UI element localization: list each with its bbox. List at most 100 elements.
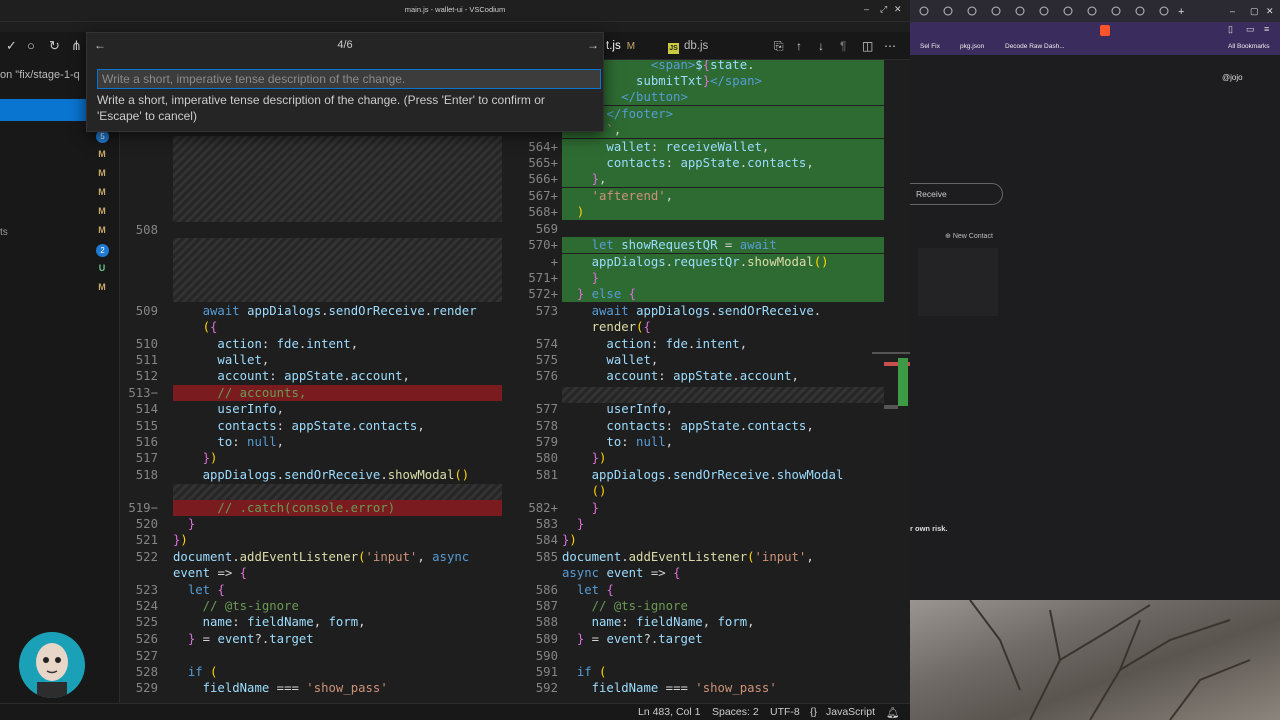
whitespace-icon[interactable]: ¶	[840, 39, 846, 53]
line-number: 512	[135, 369, 158, 383]
line-number: 577	[535, 402, 558, 416]
modified-code-line: to: null,	[606, 435, 674, 449]
minimize-icon[interactable]: –	[864, 4, 869, 14]
line-number: 518	[135, 468, 158, 482]
original-code-line: ({	[202, 320, 218, 334]
tab-main-js[interactable]: t.js M	[606, 40, 635, 52]
split-editor-icon[interactable]: ◫	[862, 39, 873, 53]
original-code-line: wallet,	[217, 353, 270, 367]
original-code-line: if (	[187, 665, 218, 679]
bookmark[interactable]: pkg.json	[960, 43, 984, 50]
circle-icon[interactable]: ○	[27, 38, 35, 53]
modified-code-line: })	[591, 451, 607, 465]
diff-editor[interactable]: 508 509 await appDialogs.sendOrReceive.re…	[120, 60, 910, 703]
line-number: 575	[535, 353, 558, 367]
modified-code-line: if (	[576, 665, 607, 679]
menu-icon[interactable]: ≡	[1264, 24, 1269, 34]
brave-shield-icon[interactable]	[1100, 25, 1110, 36]
modified-code-line: contacts: appState.contacts,	[606, 419, 814, 433]
line-number: 516	[135, 435, 158, 449]
tab-favicon-icon	[1015, 6, 1025, 16]
modified-code-line: document.addEventListener('input',	[562, 550, 814, 564]
line-number: 592	[535, 681, 558, 695]
line-number: 572+	[528, 287, 558, 301]
line-number: 567+	[528, 189, 558, 203]
selected-row[interactable]	[0, 99, 88, 121]
original-code-line: fieldName === 'show_pass'	[202, 681, 388, 695]
modified-code-line: name: fieldName, form,	[591, 615, 755, 629]
language-mode[interactable]: JavaScript	[826, 706, 875, 718]
overview-ruler	[870, 60, 910, 703]
original-code-line: name: fieldName, form,	[202, 615, 366, 629]
receive-button[interactable]: Receive	[910, 183, 1003, 205]
bookmark[interactable]: Decode Raw Dash...	[1005, 43, 1065, 50]
refresh-icon[interactable]: ↻	[49, 38, 60, 54]
bookmark[interactable]: All Bookmarks	[1228, 43, 1270, 50]
original-code-line: }	[187, 517, 196, 531]
close-icon[interactable]: ✕	[894, 4, 902, 15]
original-code-line: await appDialogs.sendOrReceive.render	[202, 304, 477, 318]
indentation[interactable]: Spaces: 2	[712, 706, 759, 718]
original-code-line: // @ts-ignore	[173, 599, 299, 613]
avatar	[19, 632, 85, 698]
restore-icon[interactable]: ⤢	[880, 4, 887, 15]
line-number: 571+	[528, 271, 558, 285]
modified-code-line: async event => {	[562, 566, 681, 580]
tab-label: t.js	[606, 40, 621, 52]
original-code-line: userInfo,	[217, 402, 285, 416]
tree-label-fragment: ts	[0, 227, 8, 238]
commit-message-quick-input: ← 4/6 → Write a short, imperative tense …	[86, 32, 604, 132]
added-line-highlight	[562, 270, 884, 287]
modified-code-line: // @ts-ignore	[562, 599, 688, 613]
user-handle[interactable]: @jojo	[1222, 73, 1243, 82]
original-code-line: action: fde.intent,	[217, 337, 359, 351]
avatar-face	[36, 643, 68, 698]
status-bar: Ln 483, Col 1 Spaces: 2 UTF-8 {} JavaScr…	[0, 703, 910, 720]
new-contact-button[interactable]: ⊕ New Contact	[945, 232, 993, 240]
line-number: 527	[135, 649, 158, 663]
line-number: 584	[535, 533, 558, 547]
count-badge: 2	[96, 244, 109, 257]
risk-notice: r own risk.	[910, 524, 948, 533]
wallet-icon[interactable]: ▭	[1246, 24, 1255, 35]
previous-change-icon[interactable]: ↑	[796, 39, 802, 53]
tab-favicon-icon	[943, 6, 953, 16]
bookmark[interactable]: Sel Fix	[920, 43, 940, 50]
cursor-position[interactable]: Ln 483, Col 1	[638, 706, 700, 718]
bell-icon[interactable]: 🔔︎	[886, 706, 899, 719]
minimize-icon: –	[1230, 6, 1235, 16]
untracked-indicator: U	[98, 263, 106, 273]
graph-icon[interactable]: ⋔	[71, 38, 82, 54]
browser-tab-strip: + – ▢ ✕	[910, 0, 1280, 22]
modified-code-line: )	[576, 205, 585, 219]
branch-input[interactable]: on "fix/stage-1-q	[0, 69, 86, 81]
next-change-icon[interactable]: ↓	[818, 39, 824, 53]
modified-indicator: M	[98, 206, 106, 216]
original-code-line: appDialogs.sendOrReceive.showModal()	[202, 468, 470, 482]
commit-message-input[interactable]	[97, 69, 601, 89]
commit-check-icon[interactable]: ✓	[6, 38, 17, 54]
open-file-icon[interactable]: ⎘	[774, 39, 784, 54]
modified-code-line: fieldName === 'show_pass'	[591, 681, 777, 695]
tab-favicon-icon	[1087, 6, 1097, 16]
modified-code-line: appDialogs.requestQr.showModal()	[591, 255, 829, 269]
line-number	[520, 483, 558, 499]
encoding[interactable]: UTF-8	[770, 706, 800, 718]
line-number: 519−	[128, 501, 158, 515]
tab-db-js[interactable]: JS db.js	[668, 40, 708, 54]
line-number: 582+	[528, 501, 558, 515]
forward-arrow-icon[interactable]: →	[587, 38, 599, 52]
sidebar-icon[interactable]: ▯	[1228, 24, 1233, 35]
modified-code-line: wallet: receiveWallet,	[606, 140, 770, 154]
modified-indicator: M	[98, 187, 106, 197]
more-actions-icon[interactable]: ⋯	[884, 39, 896, 53]
modified-code-line: contacts: appState.contacts,	[606, 156, 814, 170]
tab-favicon-icon	[1135, 6, 1145, 16]
tab-favicon-icon	[1159, 6, 1169, 16]
input-hint: Write a short, imperative tense descript…	[97, 93, 545, 123]
tree-branches	[969, 599, 1251, 720]
ruler-mark	[872, 352, 910, 354]
bookmarks-bar: Sel Fix pkg.json Decode Raw Dash... All …	[910, 40, 1280, 55]
line-number	[120, 565, 158, 581]
line-number: 580	[535, 451, 558, 465]
